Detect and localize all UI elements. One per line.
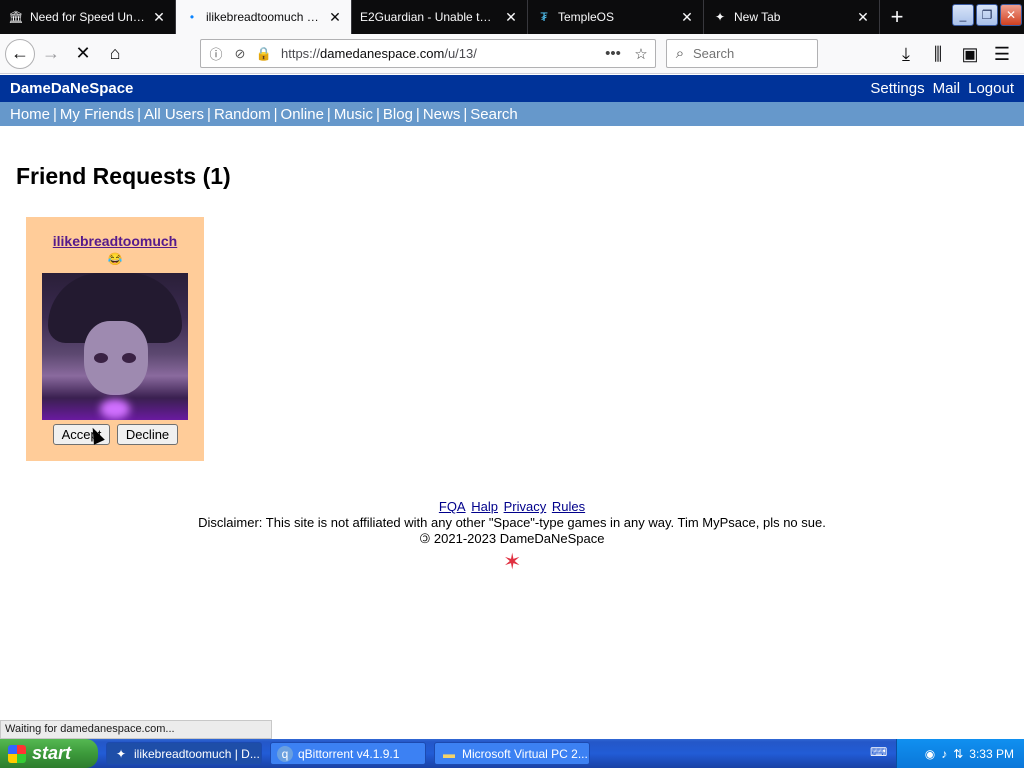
site-brand[interactable]: DameDaNeSpace — [10, 80, 133, 97]
qbittorrent-tray-icon[interactable]: ◉ — [925, 747, 935, 761]
loading-dot-icon: • — [189, 10, 195, 24]
download-icon[interactable]: ⤓ — [890, 38, 922, 70]
lock-icon[interactable]: 🔒 — [255, 46, 273, 62]
nav-my-friends[interactable]: My Friends — [60, 106, 134, 123]
taskbar-item-qbittorrent[interactable]: q qBittorrent v4.1.9.1 — [270, 742, 426, 765]
tab-need-for-speed[interactable]: 🏛 Need for Speed Undergr ✕ — [0, 0, 176, 34]
tab-new-tab[interactable]: ✦ New Tab ✕ — [704, 0, 880, 34]
nav-news[interactable]: News — [423, 106, 461, 123]
mail-link[interactable]: Mail — [933, 80, 961, 97]
nav-blog[interactable]: Blog — [383, 106, 413, 123]
star-icon: ✶ — [503, 549, 522, 574]
nav-home[interactable]: Home — [10, 106, 50, 123]
footer-link-halp[interactable]: Halp — [471, 499, 498, 514]
footer-link-fqa[interactable]: FQA — [439, 499, 466, 514]
minimize-icon[interactable]: _ — [952, 4, 974, 26]
taskbar-item-virtual-pc[interactable]: ▬ Microsoft Virtual PC 2... — [434, 742, 590, 765]
museum-icon: 🏛 — [8, 10, 24, 24]
decline-button[interactable]: Decline — [117, 424, 178, 445]
url-text[interactable]: https://damedanespace.com/u/13/ — [281, 46, 599, 61]
sidebar-icon[interactable]: ▣ — [954, 38, 986, 70]
folder-icon: ▬ — [443, 746, 455, 761]
page-actions-icon[interactable]: ••• — [599, 45, 627, 62]
navigation-toolbar: ← → ✕ ⌂ ⓘ ⊘ 🔒 https://damedanespace.com/… — [0, 34, 1024, 74]
forward-icon[interactable]: → — [35, 38, 67, 70]
page-title: Friend Requests (1) — [16, 163, 231, 189]
keyboard-icon[interactable]: ⌨ — [870, 745, 887, 759]
nav-online[interactable]: Online — [281, 106, 324, 123]
toolbar-right: ⤓ ⫼ ▣ ☰ — [890, 38, 1018, 70]
top-links: Settings Mail Logout — [870, 80, 1014, 97]
status-text: Waiting for damedanespace.com... — [0, 720, 272, 739]
settings-link[interactable]: Settings — [870, 80, 924, 97]
footer-link-privacy[interactable]: Privacy — [504, 499, 547, 514]
tracking-protection-icon[interactable]: ⊘ — [231, 46, 249, 62]
username-link[interactable]: ilikebreadtoomuch — [26, 233, 204, 249]
tab-title: New Tab — [734, 10, 781, 24]
page-content: DameDaNeSpace Settings Mail Logout Home |… — [0, 75, 1024, 720]
tab-title: Need for Speed Undergr — [30, 10, 145, 24]
tab-strip: 🏛 Need for Speed Undergr ✕ • ilikebreadt… — [0, 0, 1024, 34]
tab-title: E2Guardian - Unable to load — [360, 10, 497, 24]
library-icon[interactable]: ⫼ — [922, 38, 954, 70]
browser-icon: ✦ — [115, 746, 127, 761]
site-header: DameDaNeSpace Settings Mail Logout — [0, 75, 1024, 102]
window-controls: _ ❐ ✕ — [952, 4, 1024, 26]
restore-icon[interactable]: ❐ — [976, 4, 998, 26]
nav-all-users[interactable]: All Users — [144, 106, 204, 123]
new-tab-button[interactable]: + — [880, 0, 914, 34]
templeos-icon: ₮ — [540, 10, 548, 24]
footer: FQA Halp Privacy Rules Disclaimer: This … — [0, 499, 1024, 547]
network-icon[interactable]: ⇅ — [953, 747, 963, 761]
friend-request-card: ilikebreadtoomuch 😂 Accept Decline — [26, 217, 204, 461]
info-icon[interactable]: ⓘ — [207, 44, 225, 63]
home-icon[interactable]: ⌂ — [99, 38, 131, 70]
avatar[interactable] — [42, 273, 188, 420]
menu-icon[interactable]: ☰ — [986, 38, 1018, 70]
site-nav: Home | My Friends | All Users | Random | Onl… — [0, 102, 1024, 126]
new-tab-icon: ✦ — [714, 10, 726, 24]
disclaimer: Disclaimer: This site is not affiliated … — [198, 515, 826, 530]
copyright: 🄯 2021-2023 DameDaNeSpace — [419, 531, 605, 546]
logout-link[interactable]: Logout — [968, 80, 1014, 97]
bookmark-star-icon[interactable]: ☆ — [627, 45, 655, 63]
tab-ilikebreadtoomuch[interactable]: • ilikebreadtoomuch | Dam ✕ — [176, 0, 352, 34]
search-input[interactable]: ⌕ Search — [666, 39, 818, 68]
taskbar-item-browser[interactable]: ✦ ilikebreadtoomuch | D... — [106, 742, 262, 765]
start-button[interactable]: start — [0, 739, 98, 768]
speaker-icon[interactable]: ♪ — [941, 747, 947, 761]
tab-e2guardian[interactable]: E2Guardian - Unable to load ✕ — [352, 0, 528, 34]
nav-music[interactable]: Music — [334, 106, 373, 123]
close-icon[interactable]: ✕ — [327, 9, 343, 25]
taskbar: start ✦ ilikebreadtoomuch | D... q qBitt… — [0, 739, 1024, 768]
windows-logo-icon — [8, 744, 26, 763]
close-icon[interactable]: ✕ — [679, 9, 695, 25]
tab-templeos[interactable]: ₮ TempleOS ✕ — [528, 0, 704, 34]
footer-link-rules[interactable]: Rules — [552, 499, 585, 514]
search-icon: ⌕ — [675, 45, 685, 62]
window-close-icon[interactable]: ✕ — [1000, 4, 1022, 26]
stop-icon[interactable]: ✕ — [67, 38, 99, 70]
system-tray: ◉ ♪ ⇅ 3:33 PM — [896, 739, 1024, 768]
back-icon[interactable]: ← — [5, 38, 35, 69]
url-bar[interactable]: ⓘ ⊘ 🔒 https://damedanespace.com/u/13/ ••… — [200, 39, 656, 68]
tab-title: TempleOS — [558, 10, 615, 24]
clock[interactable]: 3:33 PM — [969, 747, 1014, 761]
qbittorrent-icon: q — [277, 745, 293, 762]
status-emoji: 😂 — [107, 252, 123, 266]
nav-random[interactable]: Random — [214, 106, 271, 123]
close-icon[interactable]: ✕ — [503, 9, 519, 25]
tab-title: ilikebreadtoomuch | Dam — [206, 10, 321, 24]
nav-search[interactable]: Search — [470, 106, 518, 123]
close-icon[interactable]: ✕ — [151, 9, 167, 25]
close-icon[interactable]: ✕ — [855, 9, 871, 25]
